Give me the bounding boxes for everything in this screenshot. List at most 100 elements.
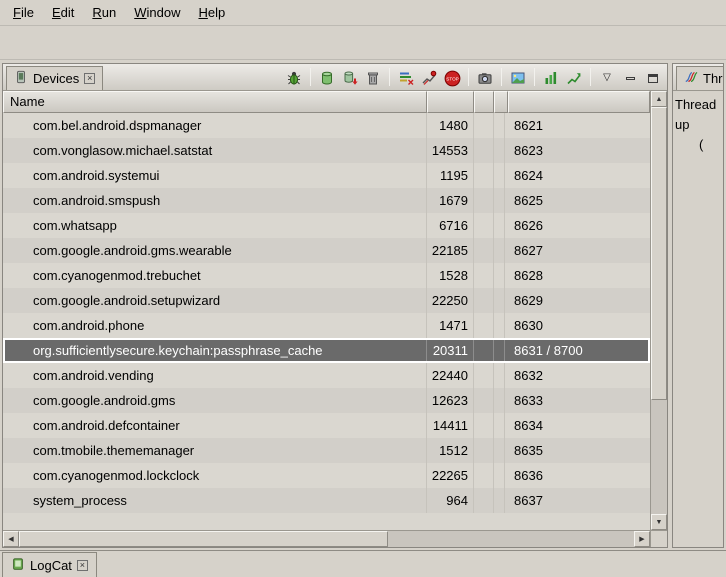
toolbar-separator xyxy=(590,68,591,86)
table-row[interactable]: system_process 964 8637 xyxy=(3,488,650,513)
cell-empty-1 xyxy=(474,488,494,513)
screen-record-icon[interactable] xyxy=(508,68,528,88)
minimize-icon[interactable] xyxy=(620,68,640,88)
cell-empty-1 xyxy=(474,188,494,213)
cell-empty-1 xyxy=(474,313,494,338)
menu-edit[interactable]: Edit xyxy=(43,2,83,23)
cell-port: 8635 xyxy=(505,438,650,463)
scroll-up-icon[interactable]: ▲ xyxy=(651,91,667,107)
scroll-right-icon[interactable]: ▶ xyxy=(634,531,650,547)
cell-empty-2 xyxy=(494,438,505,463)
sysinfo-bars-icon[interactable] xyxy=(541,68,561,88)
cell-process-name: com.vonglasow.michael.satstat xyxy=(3,138,427,163)
cell-empty-2 xyxy=(494,163,505,188)
table-row[interactable]: com.android.smspush 1679 8625 xyxy=(3,188,650,213)
table-row[interactable]: com.android.systemui 1195 8624 xyxy=(3,163,650,188)
cell-port: 8627 xyxy=(505,238,650,263)
sysinfo-graph-icon[interactable] xyxy=(564,68,584,88)
vertical-scroll-thumb[interactable] xyxy=(651,107,667,400)
table-row[interactable]: com.bel.android.dspmanager 1480 8621 xyxy=(3,113,650,138)
table-row[interactable]: com.cyanogenmod.lockclock 22265 8636 xyxy=(3,463,650,488)
dump-hprof-icon[interactable] xyxy=(340,68,360,88)
column-header-4[interactable] xyxy=(494,91,508,113)
update-heap-icon[interactable] xyxy=(317,68,337,88)
cell-empty-2 xyxy=(494,488,505,513)
vertical-scroll-track[interactable] xyxy=(651,107,667,514)
cause-gc-icon[interactable] xyxy=(363,68,383,88)
cell-port: 8631 / 8700 xyxy=(505,338,650,363)
table-row[interactable]: com.google.android.gms 12623 8633 xyxy=(3,388,650,413)
table-row[interactable]: org.sufficientlysecure.keychain:passphra… xyxy=(3,338,650,363)
scroll-down-icon[interactable]: ▼ xyxy=(651,514,667,530)
devices-panel: Devices × xyxy=(2,63,668,548)
cell-process-name: com.android.vending xyxy=(3,363,427,388)
table-row[interactable]: com.android.phone 1471 8630 xyxy=(3,313,650,338)
toolbar-separator xyxy=(310,68,311,86)
table-row[interactable]: com.whatsapp 6716 8626 xyxy=(3,213,650,238)
cell-port: 8632 xyxy=(505,363,650,388)
cell-port: 8634 xyxy=(505,413,650,438)
cell-empty-1 xyxy=(474,338,494,363)
cell-process-name: com.cyanogenmod.trebuchet xyxy=(3,263,427,288)
cell-pid: 14411 xyxy=(427,413,474,438)
cell-pid: 6716 xyxy=(427,213,474,238)
tab-logcat[interactable]: LogCat × xyxy=(2,552,97,577)
scroll-left-icon[interactable]: ◀ xyxy=(3,531,19,547)
table-row[interactable]: com.tmobile.thememanager 1512 8635 xyxy=(3,438,650,463)
tab-threads[interactable]: Threads × xyxy=(676,66,724,90)
cell-empty-1 xyxy=(474,288,494,313)
table-row[interactable]: com.vonglasow.michael.satstat 14553 8623 xyxy=(3,138,650,163)
cell-port: 8636 xyxy=(505,463,650,488)
table-row[interactable]: com.cyanogenmod.trebuchet 1528 8628 xyxy=(3,263,650,288)
cell-process-name: com.google.android.gms.wearable xyxy=(3,238,427,263)
tab-devices[interactable]: Devices × xyxy=(6,66,103,90)
cell-pid: 22440 xyxy=(427,363,474,388)
cell-process-name: com.android.defcontainer xyxy=(3,413,427,438)
cell-port: 8628 xyxy=(505,263,650,288)
threads-body: Thread up ( xyxy=(673,91,723,159)
view-menu-icon[interactable]: ▽ xyxy=(597,68,617,88)
cell-port: 8626 xyxy=(505,213,650,238)
menu-window[interactable]: Window xyxy=(125,2,189,23)
horizontal-scroll-track[interactable] xyxy=(19,531,634,547)
empty-toolbar-strip xyxy=(0,26,726,60)
column-header-port[interactable] xyxy=(508,91,650,113)
table-row[interactable]: com.google.android.gms.wearable 22185 86… xyxy=(3,238,650,263)
menu-help[interactable]: Help xyxy=(189,2,234,23)
column-header-3[interactable] xyxy=(474,91,494,113)
table-row[interactable]: com.android.vending 22440 8632 xyxy=(3,363,650,388)
cell-empty-2 xyxy=(494,238,505,263)
column-header-pid[interactable] xyxy=(427,91,474,113)
cell-empty-2 xyxy=(494,113,505,138)
cell-pid: 1528 xyxy=(427,263,474,288)
screen-capture-icon[interactable] xyxy=(475,68,495,88)
maximize-icon[interactable] xyxy=(643,68,663,88)
cell-pid: 20311 xyxy=(427,338,474,363)
device-icon xyxy=(14,70,28,87)
cell-empty-2 xyxy=(494,213,505,238)
menu-run[interactable]: Run xyxy=(83,2,125,23)
cell-pid: 14553 xyxy=(427,138,474,163)
horizontal-scrollbar[interactable]: ◀ ▶ xyxy=(3,530,650,547)
cell-port: 8629 xyxy=(505,288,650,313)
cell-pid: 964 xyxy=(427,488,474,513)
update-threads-icon[interactable] xyxy=(396,68,416,88)
table-row[interactable]: com.google.android.setupwizard 22250 862… xyxy=(3,288,650,313)
cell-pid: 1512 xyxy=(427,438,474,463)
cell-process-name: com.cyanogenmod.lockclock xyxy=(3,463,427,488)
main-area: Devices × xyxy=(0,60,726,550)
column-header-name[interactable]: Name xyxy=(3,91,427,113)
menu-file[interactable]: File xyxy=(4,2,43,23)
stop-process-icon[interactable]: STOP xyxy=(442,68,462,88)
start-method-profiling-icon[interactable] xyxy=(419,68,439,88)
debug-process-icon[interactable] xyxy=(284,68,304,88)
threads-icon xyxy=(684,70,698,87)
cell-pid: 1195 xyxy=(427,163,474,188)
table-row[interactable]: com.android.defcontainer 14411 8634 xyxy=(3,413,650,438)
close-icon[interactable]: × xyxy=(84,73,95,84)
vertical-scrollbar[interactable]: ▲ ▼ xyxy=(650,91,667,530)
cell-process-name: org.sufficientlysecure.keychain:passphra… xyxy=(3,338,427,363)
cell-empty-1 xyxy=(474,238,494,263)
horizontal-scroll-thumb[interactable] xyxy=(19,531,388,547)
close-icon[interactable]: × xyxy=(77,560,88,571)
